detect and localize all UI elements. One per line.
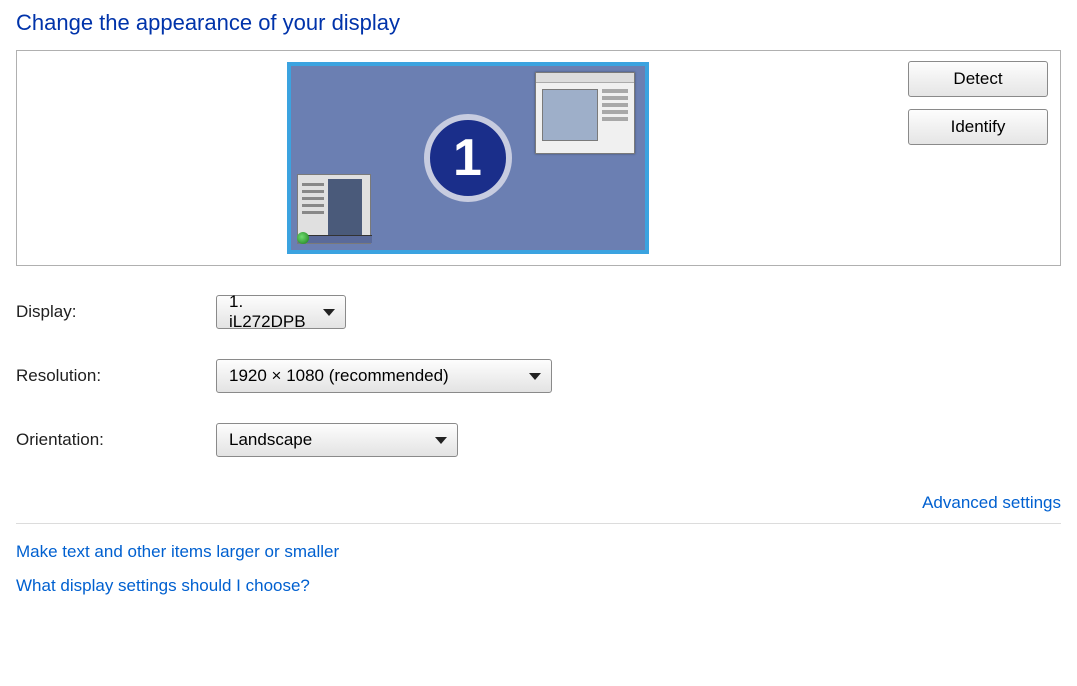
orientation-select-value: Landscape: [229, 430, 312, 450]
chevron-down-icon: [435, 437, 447, 444]
advanced-settings-link[interactable]: Advanced settings: [922, 493, 1061, 512]
chevron-down-icon: [529, 373, 541, 380]
orientation-select[interactable]: Landscape: [216, 423, 458, 457]
divider: [16, 523, 1061, 524]
text-size-link[interactable]: Make text and other items larger or smal…: [16, 542, 1061, 562]
monitor-thumbnail[interactable]: 1: [287, 62, 649, 254]
help-link[interactable]: What display settings should I choose?: [16, 576, 1061, 596]
chevron-down-icon: [323, 309, 335, 316]
resolution-select-value: 1920 × 1080 (recommended): [229, 366, 449, 386]
display-label: Display:: [16, 302, 216, 322]
display-preview-panel: 1 Detect Identify: [16, 50, 1061, 266]
wallpaper-window-icon: [535, 72, 635, 154]
monitor-number-badge: 1: [424, 114, 512, 202]
identify-button[interactable]: Identify: [908, 109, 1048, 145]
page-title: Change the appearance of your display: [16, 10, 1061, 36]
wallpaper-startmenu-icon: [297, 174, 371, 244]
display-select[interactable]: 1. iL272DPB: [216, 295, 346, 329]
monitor-preview-area: 1: [27, 61, 908, 255]
detect-button[interactable]: Detect: [908, 61, 1048, 97]
resolution-label: Resolution:: [16, 366, 216, 386]
resolution-select[interactable]: 1920 × 1080 (recommended): [216, 359, 552, 393]
orientation-label: Orientation:: [16, 430, 216, 450]
display-select-value: 1. iL272DPB: [229, 292, 309, 332]
